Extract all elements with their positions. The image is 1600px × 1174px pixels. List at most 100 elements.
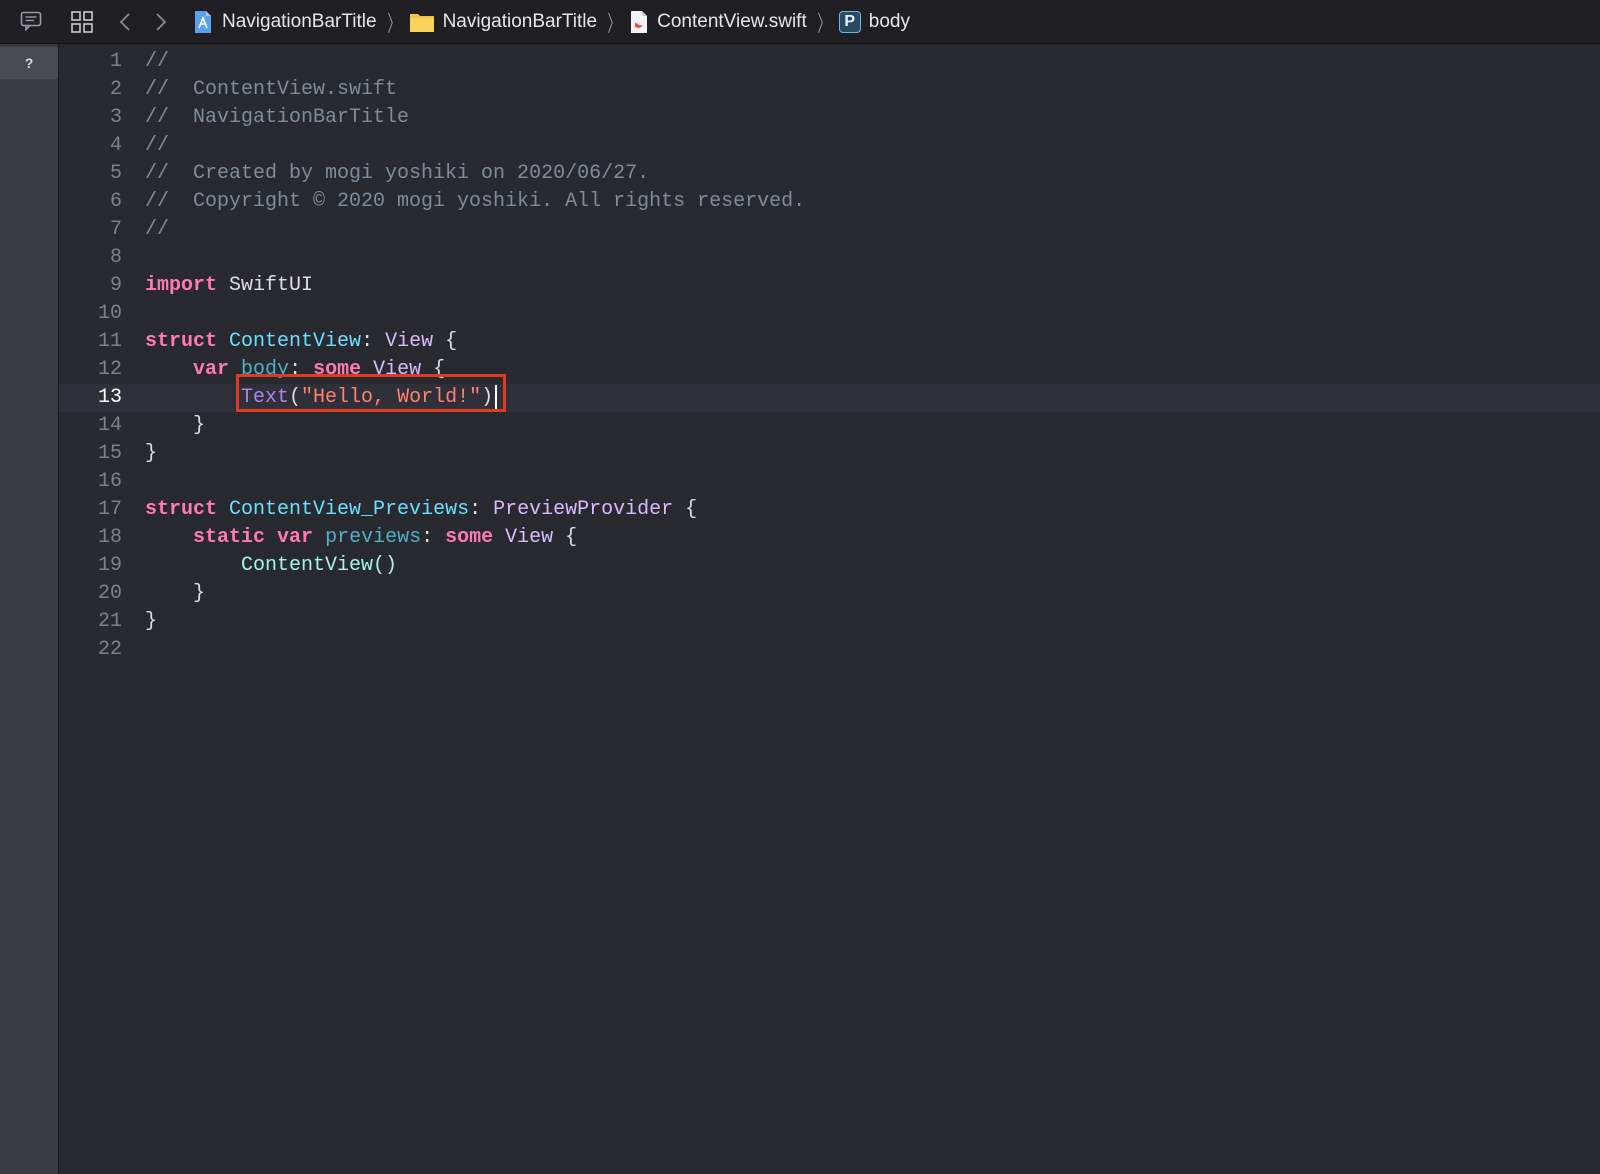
line-number: 8 (109, 246, 122, 269)
line-number: 4 (109, 134, 122, 157)
property-icon: P (838, 11, 861, 33)
comment-text: // (145, 50, 170, 73)
breadcrumb-project[interactable]: NavigationBarTitle (192, 10, 377, 34)
keyword-token: import (145, 274, 218, 297)
punctuation-token: { (433, 330, 458, 353)
source-editor[interactable]: 1 // 2 // ContentView.swift 3 // Navigation… (59, 44, 1600, 1174)
line-number: 22 (97, 638, 122, 661)
code-line: 21} (59, 608, 1600, 636)
comment-text: // ContentView.swift (145, 78, 398, 101)
property-badge-letter: P (844, 13, 856, 30)
code-line: 14 } (59, 412, 1600, 440)
swift-file-icon (629, 10, 649, 34)
line-number: 2 (109, 78, 122, 101)
line-number: 3 (109, 106, 122, 129)
punctuation-token: } (193, 582, 206, 605)
code-line: 4 // (59, 132, 1600, 160)
folder-icon (409, 11, 435, 33)
line-number: 6 (109, 190, 122, 213)
type-token: View (505, 526, 554, 549)
breadcrumb-symbol[interactable]: P body (838, 11, 910, 33)
type-token: View (385, 330, 434, 353)
code-line: 10 (59, 300, 1600, 328)
highlight-annotation-box (236, 374, 506, 412)
initializer-call-token: ContentView() (241, 554, 398, 577)
code-line: 1 // (59, 48, 1600, 76)
line-number: 1 (109, 50, 122, 73)
back-chevron-icon[interactable] (114, 8, 136, 36)
punctuation-token: } (145, 610, 158, 633)
line-number: 12 (97, 358, 122, 381)
punctuation-token: : (361, 330, 386, 353)
line-number: 21 (97, 610, 122, 633)
code-line: 19 ContentView() (59, 552, 1600, 580)
type-token: PreviewProvider (493, 498, 674, 521)
line-number: 15 (97, 442, 122, 465)
code-line: 15} (59, 440, 1600, 468)
punctuation-token: } (193, 414, 206, 437)
breadcrumb-label: ContentView.swift (657, 11, 807, 32)
left-gutter-strip (0, 44, 59, 1174)
comment-text: // (145, 218, 170, 241)
related-items-grid-icon[interactable] (68, 8, 96, 36)
breadcrumb-folder[interactable]: NavigationBarTitle (409, 11, 598, 33)
type-name-token: ContentView_Previews (229, 498, 470, 521)
keyword-token: struct (145, 330, 218, 353)
code-line: 11 struct ContentView: View { (59, 328, 1600, 356)
line-number: 10 (97, 302, 122, 325)
comment-icon[interactable] (18, 8, 44, 34)
keyword-token: var (277, 526, 314, 549)
type-name-token: ContentView (229, 330, 362, 353)
breadcrumb-separator: 〉 (607, 11, 621, 36)
keyword-token: some (445, 526, 494, 549)
code-line: 22 (59, 636, 1600, 664)
code-line: 3 // NavigationBarTitle (59, 104, 1600, 132)
line-number: 9 (109, 274, 122, 297)
breadcrumb-file[interactable]: ContentView.swift (629, 10, 807, 34)
line-number: 19 (97, 554, 122, 577)
help-button[interactable]: ? (0, 47, 58, 79)
keyword-token: struct (145, 498, 218, 521)
module-token: SwiftUI (217, 274, 314, 297)
forward-chevron-icon[interactable] (150, 8, 172, 36)
line-number: 20 (97, 582, 122, 605)
code-line: 7 // (59, 216, 1600, 244)
breadcrumb-label: NavigationBarTitle (222, 11, 377, 32)
code-line: 20 } (59, 580, 1600, 608)
code-line: 6 // Copyright © 2020 mogi yoshiki. All r… (59, 188, 1600, 216)
breadcrumb-separator: 〉 (386, 11, 401, 36)
code-line: 18 static var previews: some View { (59, 524, 1600, 552)
comment-text: // (145, 134, 170, 157)
line-number: 11 (97, 330, 122, 353)
punctuation-token: { (673, 498, 698, 521)
line-number: 13 (97, 386, 122, 409)
line-number: 17 (97, 498, 122, 521)
line-number: 18 (97, 526, 122, 549)
code-line: 17 struct ContentView_Previews: PreviewPr… (59, 496, 1600, 524)
help-label: ? (24, 55, 34, 71)
punctuation-token: } (145, 442, 158, 465)
code-line: 8 (59, 244, 1600, 272)
breadcrumb-label: NavigationBarTitle (442, 11, 598, 32)
line-number: 7 (109, 218, 122, 241)
line-number: 16 (97, 470, 122, 493)
code-line: 2 // ContentView.swift (59, 76, 1600, 104)
punctuation-token: { (553, 526, 578, 549)
property-token: previews (325, 526, 422, 549)
breadcrumb-label: body (868, 11, 910, 32)
keyword-token: static (193, 526, 266, 549)
breadcrumb: NavigationBarTitle 〉 NavigationBarTitle … (192, 0, 910, 44)
code-line: 16 (59, 468, 1600, 496)
line-number: 14 (97, 414, 122, 437)
punctuation-token: : (421, 526, 446, 549)
comment-text: // Created by mogi yoshiki on 2020/06/27… (145, 162, 650, 185)
keyword-token: var (193, 358, 230, 381)
code-line: 9 import SwiftUI (59, 272, 1600, 300)
line-number: 5 (109, 162, 122, 185)
project-icon (192, 10, 214, 34)
breadcrumb-separator: 〉 (817, 11, 831, 36)
punctuation-token: : (469, 498, 494, 521)
jump-bar: NavigationBarTitle 〉 NavigationBarTitle … (0, 0, 1600, 44)
comment-text: // Copyright © 2020 mogi yoshiki. All ri… (145, 190, 806, 213)
code-line: 5 // Created by mogi yoshiki on 2020/06/2… (59, 160, 1600, 188)
